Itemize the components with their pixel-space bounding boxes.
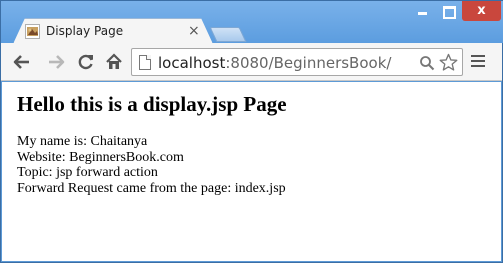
reload-icon[interactable] [75, 51, 97, 73]
page-content: Hello this is a display.jsp Page My name… [2, 82, 501, 261]
browser-window: Display Page × x localhost:8080/Beginner [0, 0, 503, 263]
tab-close-icon[interactable]: × [188, 23, 200, 39]
close-window-label: x [477, 3, 486, 18]
bookmark-star-icon[interactable] [439, 53, 458, 72]
address-bar[interactable]: localhost:8080/BeginnersBook/ [131, 48, 463, 76]
page-text: My name is: Chaitanya Website: Beginners… [17, 134, 286, 196]
maximize-button[interactable] [435, 1, 461, 21]
url-text[interactable]: localhost:8080/BeginnersBook/ [158, 54, 391, 72]
tab-title: Display Page [46, 24, 124, 38]
home-icon[interactable] [103, 51, 125, 73]
website-line: Website: BeginnersBook.com [17, 149, 184, 165]
forward-source-line: Forward Request came from the page: inde… [17, 180, 286, 196]
jsp-page-icon [25, 24, 40, 39]
url-path: :8080/BeginnersBook/ [225, 54, 392, 72]
url-host: localhost [158, 54, 226, 72]
close-window-button[interactable]: x [462, 1, 501, 21]
page-heading: Hello this is a display.jsp Page [17, 92, 287, 116]
new-tab-button[interactable] [209, 27, 247, 42]
page-icon [139, 55, 151, 70]
hamburger-menu-icon[interactable] [471, 53, 487, 69]
zoom-icon[interactable] [419, 55, 435, 71]
name-line: My name is: Chaitanya [17, 134, 148, 149]
topic-line: Topic: jsp forward action [17, 165, 158, 180]
forward-arrow-icon[interactable] [45, 51, 67, 73]
back-arrow-icon[interactable] [11, 51, 33, 73]
minimize-button[interactable] [409, 1, 435, 21]
